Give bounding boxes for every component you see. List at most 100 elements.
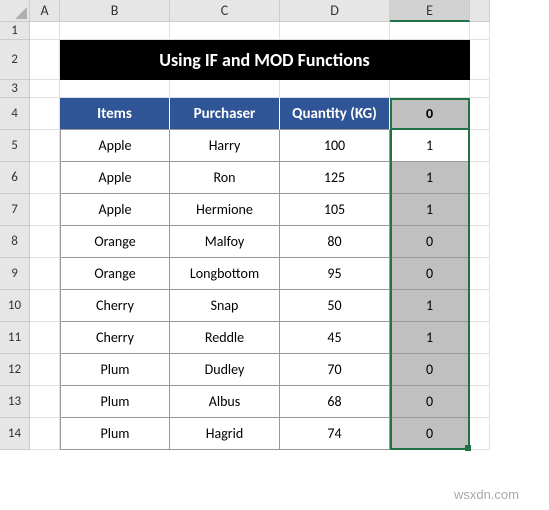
cell-A9[interactable]	[30, 258, 60, 290]
cell-D11[interactable]: 45	[280, 322, 390, 354]
cell-D1[interactable]	[280, 22, 390, 40]
cell-F12[interactable]	[470, 354, 490, 386]
cell-F9[interactable]	[470, 258, 490, 290]
cell-A8[interactable]	[30, 226, 60, 258]
cell-B8[interactable]: Orange	[60, 226, 170, 258]
cell-F2[interactable]	[470, 40, 490, 80]
cell-F10[interactable]	[470, 290, 490, 322]
cell-C13[interactable]: Albus	[170, 386, 280, 418]
cell-F8[interactable]	[470, 226, 490, 258]
cell-D7[interactable]: 105	[280, 194, 390, 226]
row-header-12[interactable]: 12	[0, 354, 30, 386]
cell-F13[interactable]	[470, 386, 490, 418]
row-header-2[interactable]: 2	[0, 40, 30, 80]
cell-E10[interactable]: 1	[390, 290, 470, 322]
row-header-11[interactable]: 11	[0, 322, 30, 354]
cell-E5[interactable]: 1	[390, 130, 470, 162]
cell-A2[interactable]	[30, 40, 60, 80]
cell-B1[interactable]	[60, 22, 170, 40]
cell-C14[interactable]: Hagrid	[170, 418, 280, 450]
cell-E12[interactable]: 0	[390, 354, 470, 386]
cell-E13[interactable]: 0	[390, 386, 470, 418]
cell-D8[interactable]: 80	[280, 226, 390, 258]
cell-B14[interactable]: Plum	[60, 418, 170, 450]
col-header-D[interactable]: D	[280, 0, 390, 22]
cell-A6[interactable]	[30, 162, 60, 194]
cell-C9[interactable]: Longbottom	[170, 258, 280, 290]
cell-A10[interactable]	[30, 290, 60, 322]
cell-C7[interactable]: Hermione	[170, 194, 280, 226]
cell-B6[interactable]: Apple	[60, 162, 170, 194]
cell-D9[interactable]: 95	[280, 258, 390, 290]
cell-C1[interactable]	[170, 22, 280, 40]
cell-A5[interactable]	[30, 130, 60, 162]
row-header-8[interactable]: 8	[0, 226, 30, 258]
cell-D10[interactable]: 50	[280, 290, 390, 322]
table-header-items[interactable]: Items	[60, 98, 170, 130]
row-header-9[interactable]: 9	[0, 258, 30, 290]
cell-D5[interactable]: 100	[280, 130, 390, 162]
cell-F6[interactable]	[470, 162, 490, 194]
cell-B9[interactable]: Orange	[60, 258, 170, 290]
cell-E1[interactable]	[390, 22, 470, 40]
cell-F11[interactable]	[470, 322, 490, 354]
cell-C12[interactable]: Dudley	[170, 354, 280, 386]
cell-C11[interactable]: Reddle	[170, 322, 280, 354]
cell-F14[interactable]	[470, 418, 490, 450]
cell-C3[interactable]	[170, 80, 280, 98]
cell-C10[interactable]: Snap	[170, 290, 280, 322]
cell-D6[interactable]: 125	[280, 162, 390, 194]
cell-A1[interactable]	[30, 22, 60, 40]
col-header-E[interactable]: E	[390, 0, 470, 22]
cell-A12[interactable]	[30, 354, 60, 386]
table-header-e[interactable]: 0	[390, 98, 470, 130]
cell-B13[interactable]: Plum	[60, 386, 170, 418]
cell-F4[interactable]	[470, 98, 490, 130]
row-header-4[interactable]: 4	[0, 98, 30, 130]
cell-A4[interactable]	[30, 98, 60, 130]
cell-E14[interactable]: 0	[390, 418, 470, 450]
cell-C5[interactable]: Harry	[170, 130, 280, 162]
row-header-14[interactable]: 14	[0, 418, 30, 450]
cell-C6[interactable]: Ron	[170, 162, 280, 194]
row-header-5[interactable]: 5	[0, 130, 30, 162]
col-header-B[interactable]: B	[60, 0, 170, 22]
cell-F1[interactable]	[470, 22, 490, 40]
cell-A3[interactable]	[30, 80, 60, 98]
row-header-7[interactable]: 7	[0, 194, 30, 226]
cell-D13[interactable]: 68	[280, 386, 390, 418]
col-header-A[interactable]: A	[30, 0, 60, 22]
cell-E7[interactable]: 1	[390, 194, 470, 226]
spreadsheet-grid[interactable]: A B C D E 1 2 Using IF and MOD Functions…	[0, 0, 549, 450]
cell-B11[interactable]: Cherry	[60, 322, 170, 354]
table-header-purchaser[interactable]: Purchaser	[170, 98, 280, 130]
cell-A11[interactable]	[30, 322, 60, 354]
row-header-10[interactable]: 10	[0, 290, 30, 322]
cell-E6[interactable]: 1	[390, 162, 470, 194]
cell-B7[interactable]: Apple	[60, 194, 170, 226]
cell-B12[interactable]: Plum	[60, 354, 170, 386]
cell-F5[interactable]	[470, 130, 490, 162]
row-header-6[interactable]: 6	[0, 162, 30, 194]
cell-E11[interactable]: 1	[390, 322, 470, 354]
row-header-1[interactable]: 1	[0, 22, 30, 40]
title-cell[interactable]: Using IF and MOD Functions	[60, 40, 470, 80]
col-header-C[interactable]: C	[170, 0, 280, 22]
cell-F3[interactable]	[470, 80, 490, 98]
cell-D14[interactable]: 74	[280, 418, 390, 450]
cell-A7[interactable]	[30, 194, 60, 226]
cell-D12[interactable]: 70	[280, 354, 390, 386]
row-header-13[interactable]: 13	[0, 386, 30, 418]
cell-A14[interactable]	[30, 418, 60, 450]
cell-A13[interactable]	[30, 386, 60, 418]
cell-F7[interactable]	[470, 194, 490, 226]
cell-B5[interactable]: Apple	[60, 130, 170, 162]
cell-D3[interactable]	[280, 80, 390, 98]
cell-E8[interactable]: 0	[390, 226, 470, 258]
cell-E9[interactable]: 0	[390, 258, 470, 290]
cell-E3[interactable]	[390, 80, 470, 98]
cell-B3[interactable]	[60, 80, 170, 98]
row-header-3[interactable]: 3	[0, 80, 30, 98]
select-all-corner[interactable]	[0, 0, 30, 22]
cell-C8[interactable]: Malfoy	[170, 226, 280, 258]
